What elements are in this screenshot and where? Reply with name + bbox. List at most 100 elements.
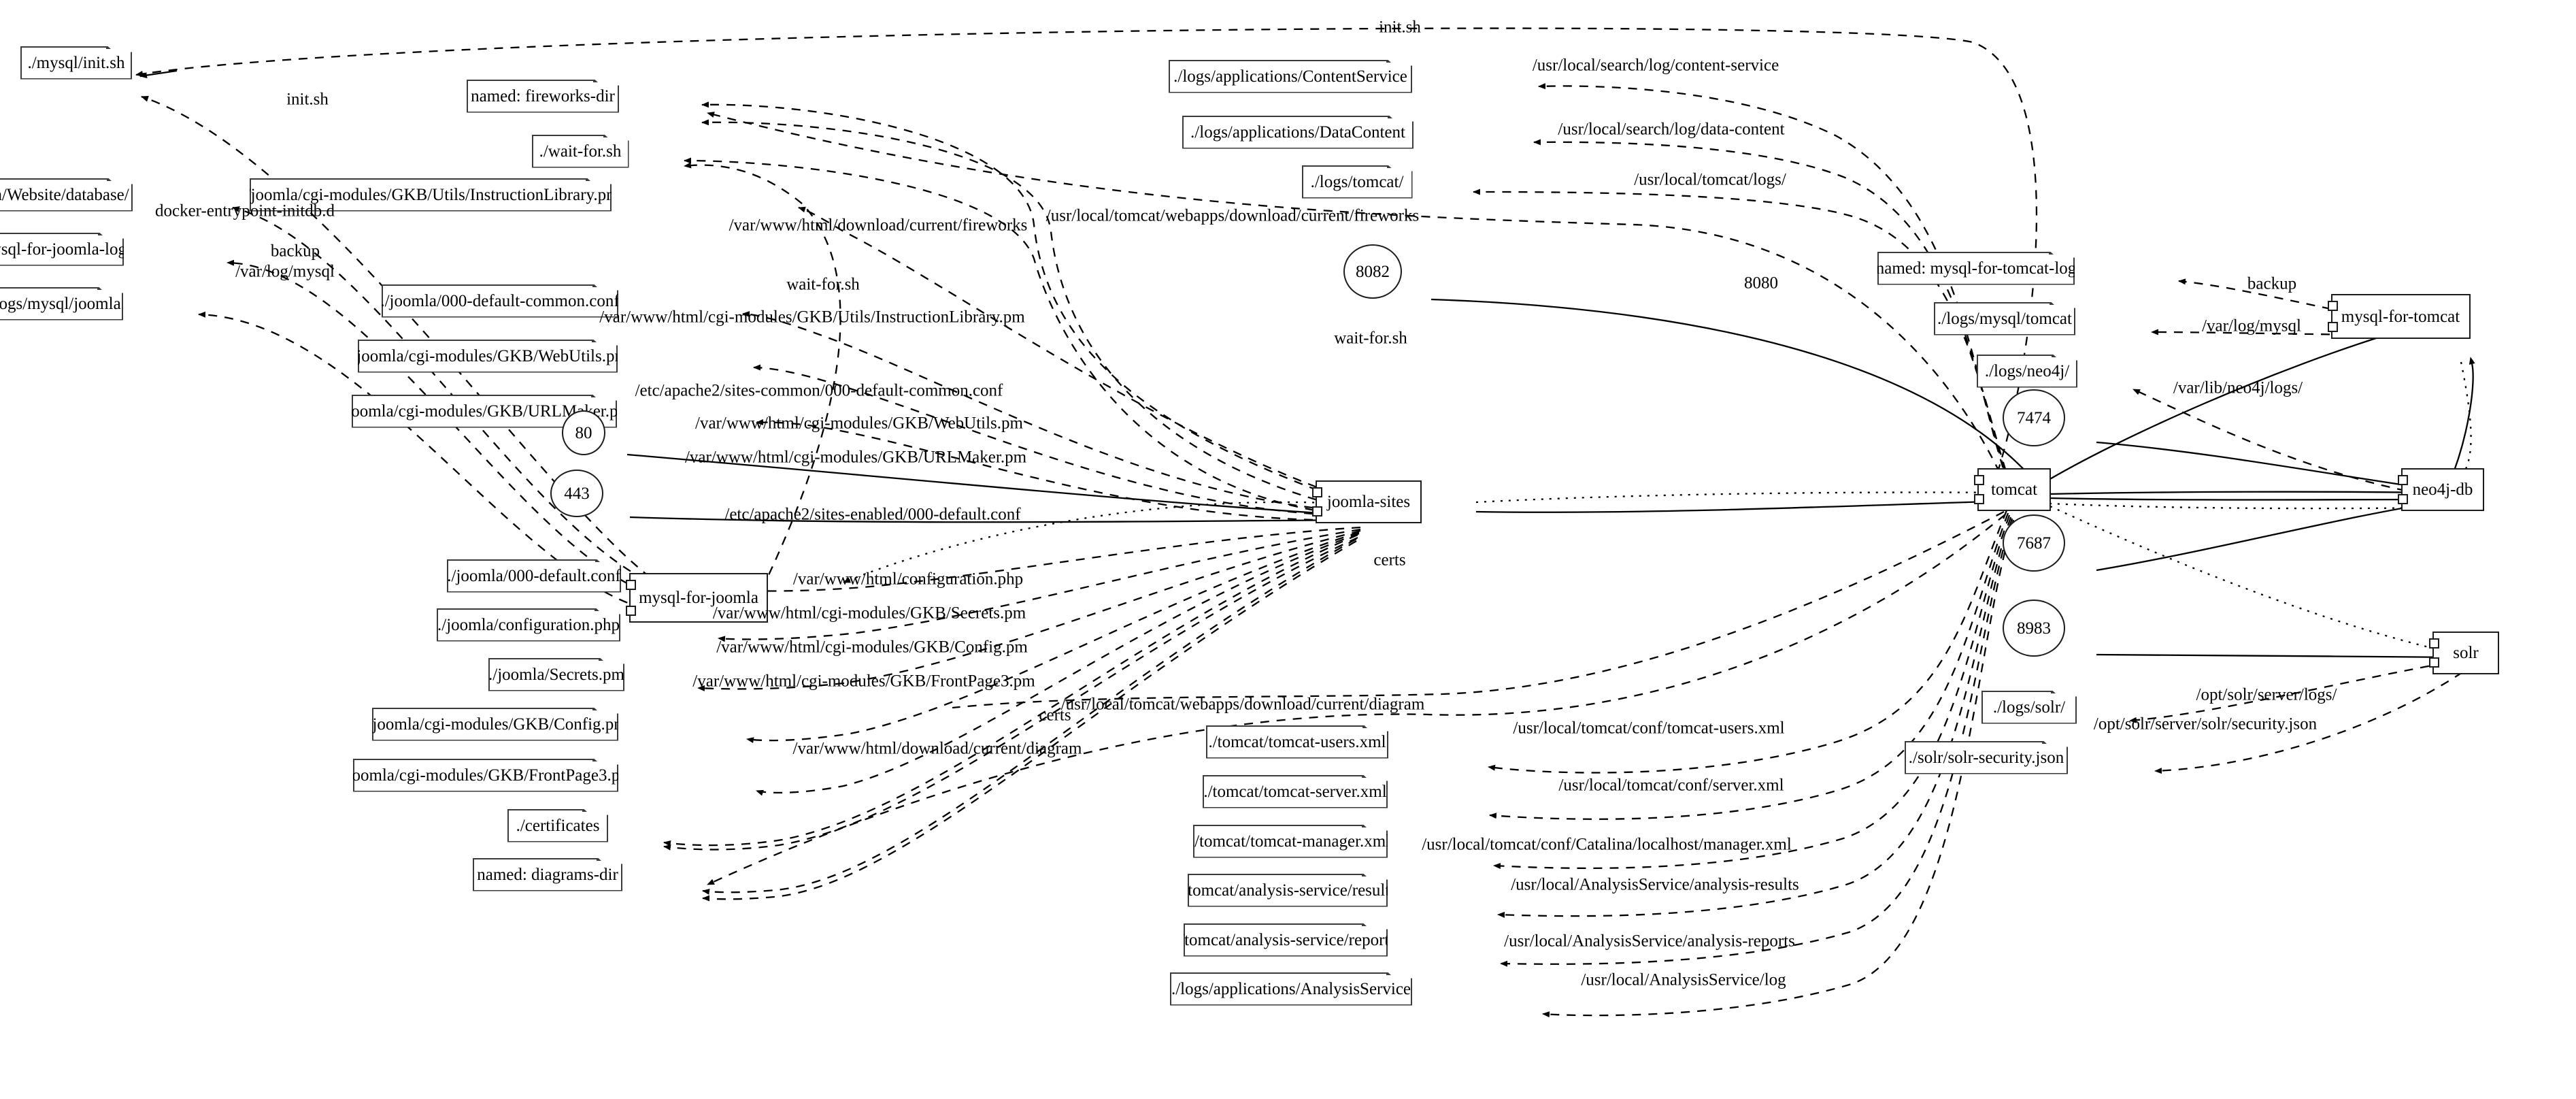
edge-label: backup bbox=[270, 242, 320, 261]
service-label: joomla-sites bbox=[1326, 492, 1411, 511]
service-label: solr bbox=[2453, 643, 2479, 662]
service-port-top-icon bbox=[2398, 474, 2408, 485]
volume-node[interactable]: ./joomla/Website/database/ bbox=[0, 178, 133, 212]
service-node[interactable]: solr bbox=[2429, 631, 2499, 674]
volume-label: ./logs/applications/AnalysisService bbox=[1171, 979, 1411, 998]
volume-label: ./wait-for.sh bbox=[539, 142, 622, 161]
exposed-port-label: 443 bbox=[564, 484, 590, 503]
service-node[interactable]: joomla-sites bbox=[1312, 480, 1422, 523]
edge-label: /usr/local/AnalysisService/analysis-repo… bbox=[1504, 932, 1795, 951]
volume-node[interactable]: ./tomcat/tomcat-users.xml bbox=[1206, 725, 1388, 759]
exposed-port-node[interactable]: 80 bbox=[562, 410, 605, 455]
service-port-bottom-icon bbox=[2327, 322, 2338, 332]
service-port-bottom-icon bbox=[2398, 493, 2408, 504]
volume-label: ./certificates bbox=[516, 816, 600, 835]
edge-label: /usr/local/tomcat/logs/ bbox=[1634, 170, 1786, 189]
volume-node[interactable]: ./logs/applications/DataContent bbox=[1182, 116, 1414, 149]
exposed-port-node[interactable]: 7474 bbox=[2003, 389, 2065, 446]
volume-label: ./joomla/000-default-common.conf bbox=[380, 291, 620, 310]
volume-label: ./logs/applications/DataContent bbox=[1190, 122, 1405, 142]
exposed-port-label: 7474 bbox=[2017, 408, 2051, 427]
volume-node[interactable]: ./joomla/configuration.php bbox=[437, 608, 620, 642]
edge-label: /var/www/html/cgi-modules/GKB/Utils/Inst… bbox=[599, 308, 1025, 327]
volume-node[interactable]: ./joomla/cgi-modules/GKB/Config.pm bbox=[372, 708, 618, 741]
edge-label: /usr/local/search/log/content-service bbox=[1532, 56, 1779, 75]
volume-label: ./joomla/cgi-modules/GKB/FrontPage3.pm bbox=[338, 766, 633, 785]
volume-label: ./joomla/Website/database/ bbox=[1, 185, 129, 204]
port-sublabel: wait-for.sh bbox=[1334, 329, 1407, 348]
edge-label: /opt/solr/server/logs/ bbox=[2196, 685, 2337, 704]
edge-label: /var/www/html/cgi-modules/GKB/Config.pm bbox=[716, 638, 1028, 657]
volume-node[interactable]: ./logs/mysql/tomcat bbox=[1934, 302, 2075, 335]
volume-node[interactable]: ./tomcat/tomcat-server.xml bbox=[1203, 775, 1388, 808]
service-port-top-icon bbox=[2429, 638, 2439, 649]
exposed-port-label: 7687 bbox=[2017, 534, 2051, 553]
edge-label: init.sh bbox=[286, 90, 329, 109]
edge-label: /usr/local/tomcat/conf/tomcat-users.xml bbox=[1513, 719, 1785, 738]
volume-node[interactable]: ./joomla/cgi-modules/GKB/FrontPage3.pm bbox=[353, 759, 618, 792]
volume-label: ./logs/solr/ bbox=[1992, 698, 2066, 717]
volume-node[interactable]: ./tomcat/analysis-service/results bbox=[1188, 874, 1388, 907]
volume-node[interactable]: named: mysql-for-tomcat-log bbox=[1877, 252, 2075, 285]
exposed-port-node[interactable]: 443 bbox=[550, 470, 603, 517]
volume-node[interactable]: ./joomla/cgi-modules/GKB/WebUtils.pm bbox=[358, 340, 618, 373]
edge-label: /var/www/html/configuration.php bbox=[792, 570, 1024, 589]
diagram-canvas: ./mysql/init.sh named: fireworks-dir ./wai… bbox=[0, 0, 2576, 1099]
service-port-bottom-icon bbox=[1312, 506, 1322, 516]
volume-label: ./tomcat/tomcat-users.xml bbox=[1208, 732, 1386, 751]
edge-label: /var/log/mysql bbox=[2202, 316, 2301, 335]
edge-label: docker-entrypoint-initdb.d bbox=[154, 201, 335, 220]
volume-label: ./joomla/000-default.conf bbox=[447, 566, 621, 585]
edge-label: /var/www/html/cgi-modules/GKB/WebUtils.p… bbox=[695, 414, 1023, 433]
volume-node[interactable]: ./tomcat/analysis-service/reports bbox=[1184, 923, 1388, 957]
volume-node[interactable]: ./logs/applications/AnalysisService bbox=[1170, 972, 1412, 1006]
volume-label: ./joomla/configuration.php bbox=[437, 615, 620, 634]
exposed-port-node[interactable]: 8082 bbox=[1343, 244, 1402, 299]
service-port-top-icon bbox=[1974, 474, 1984, 485]
edge-label: /var/www/html/download/current/fireworks bbox=[729, 216, 1028, 235]
edge-label: /usr/local/tomcat/webapps/download/curre… bbox=[1046, 206, 1420, 225]
volume-label: ./logs/mysql/joomla bbox=[0, 294, 121, 313]
edge-label: /etc/apache2/sites-enabled/000-default.c… bbox=[724, 505, 1021, 524]
edge-label: /var/lib/neo4j/logs/ bbox=[2173, 378, 2303, 397]
edge-label: /usr/local/tomcat/webapps/download/curre… bbox=[1060, 695, 1425, 714]
service-port-bottom-icon bbox=[2429, 657, 2439, 668]
service-node[interactable]: neo4j-db bbox=[2398, 468, 2484, 511]
edge-label: /usr/local/AnalysisService/log bbox=[1581, 970, 1786, 989]
edge-label: /usr/local/AnalysisService/analysis-resu… bbox=[1511, 875, 1799, 894]
volume-label: ./mysql/init.sh bbox=[27, 53, 125, 72]
volume-node[interactable]: ./logs/applications/ContentService bbox=[1169, 60, 1412, 93]
volume-node[interactable]: ./tomcat/tomcat-manager.xml bbox=[1193, 825, 1388, 858]
service-node[interactable]: tomcat bbox=[1974, 468, 2051, 511]
edge-label: certs bbox=[1039, 706, 1071, 725]
edge-label: init.sh bbox=[1379, 18, 1421, 37]
volume-label: ./logs/mysql/tomcat bbox=[1937, 309, 2072, 328]
volume-node[interactable]: ./joomla/Secrets.pm bbox=[488, 658, 624, 691]
edge-label: /var/www/html/cgi-modules/GKB/FrontPage3… bbox=[692, 672, 1035, 691]
volume-label: ./tomcat/analysis-service/reports bbox=[1175, 930, 1396, 949]
service-port-top-icon bbox=[626, 579, 636, 590]
volume-label: ./joomla/cgi-modules/GKB/WebUtils.pm bbox=[348, 346, 628, 365]
volume-label: ./solr/solr-security.json bbox=[1908, 748, 2064, 767]
service-port-bottom-icon bbox=[626, 605, 636, 616]
volume-node[interactable]: named: diagrams-dir bbox=[473, 858, 622, 891]
volume-node[interactable]: ./solr/solr-security.json bbox=[1905, 741, 2068, 774]
volume-label: named: fireworks-dir bbox=[471, 86, 615, 105]
volume-label: named: mysql-for-joomla-log bbox=[1, 240, 127, 259]
edge-label: wait-for.sh bbox=[786, 275, 860, 294]
exposed-port-label: 8082 bbox=[1356, 262, 1390, 281]
edge-label: /usr/local/tomcat/conf/Catalina/localhos… bbox=[1422, 835, 1792, 854]
exposed-port-label: 80 bbox=[575, 423, 592, 442]
volume-label: ./tomcat/tomcat-manager.xml bbox=[1190, 832, 1391, 851]
volume-node[interactable]: ./joomla/000-default-common.conf bbox=[382, 284, 618, 318]
volume-node[interactable]: ./joomla/000-default.conf bbox=[447, 559, 621, 593]
exposed-port-node[interactable]: 7687 bbox=[2003, 514, 2065, 572]
edge-label: /usr/local/search/log/data-content bbox=[1558, 120, 1785, 139]
service-label: mysql-for-tomcat bbox=[2341, 307, 2460, 326]
edge-label: certs bbox=[1373, 551, 1406, 570]
exposed-port-node[interactable]: 8983 bbox=[2003, 600, 2065, 657]
volume-node[interactable]: named: fireworks-dir bbox=[467, 80, 619, 113]
service-node[interactable]: mysql-for-tomcat bbox=[2327, 294, 2471, 339]
edge-label: /var/www/html/cgi-modules/GKB/Secrets.pm bbox=[712, 604, 1026, 623]
edge-label: backup bbox=[2247, 274, 2297, 293]
